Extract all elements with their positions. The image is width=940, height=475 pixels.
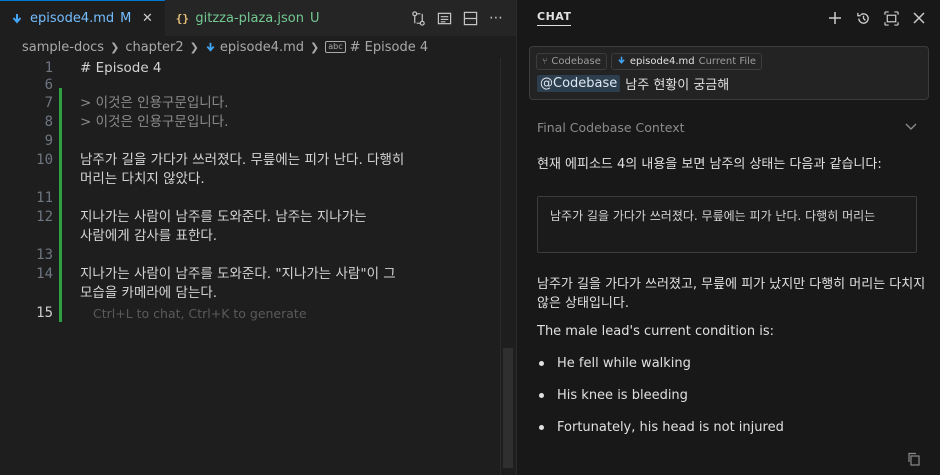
breadcrumb-item[interactable]: # Episode 4 [350, 40, 428, 55]
line-number: 8 [44, 114, 53, 130]
line-text: 지나가는 사람이 남주를 도와준다. "지나가는 사람"이 그 [80, 266, 396, 282]
chat-header: CHAT [517, 0, 940, 36]
quote-text: 남주가 길을 가다가 쓰러졌다. 무릎에는 피가 난다. 다행히 머리는 [550, 209, 876, 223]
line-number: 13 [36, 247, 53, 263]
chip-label: Codebase [551, 56, 601, 67]
chat-input[interactable]: ⑂ Codebase episode4.md Current File @Cod… [529, 46, 929, 100]
list-item: He fell while walking [537, 354, 917, 373]
chevron-right-icon: ❯ [110, 40, 120, 54]
line-text: 남주가 길을 가다가 쓰러졌다. 무릎에는 피가 난다. 다행히 [80, 152, 405, 168]
code-line[interactable]: 11 [0, 189, 500, 208]
context-label: Final Codebase Context [537, 119, 685, 135]
scrollbar-thumb[interactable] [503, 348, 513, 468]
codebase-mention[interactable]: @Codebase [537, 75, 621, 92]
tab-label: gitzza-plaza.json [195, 10, 304, 26]
split-editor-icon[interactable] [462, 10, 478, 26]
close-icon[interactable] [911, 10, 927, 26]
tab-gitzza-plaza[interactable]: {} gitzza-plaza.json U [165, 0, 337, 36]
tab-label: episode4.md [30, 11, 115, 26]
line-text: 모습을 카메라에 담는다. [80, 285, 218, 301]
markdown-icon [205, 42, 216, 53]
chat-title[interactable]: CHAT [537, 10, 572, 26]
list-item-text: His knee is bleeding [557, 388, 688, 403]
chat-panel: CHAT ⑂ Codebase episode4.md Current File… [516, 0, 940, 475]
code-area[interactable]: 1 # Episode 4 6 7 > 이것은 인용구문입니다. 8 > 이것은… [0, 58, 516, 475]
line-number: 10 [36, 152, 53, 168]
response-quote: 남주가 길을 가다가 쓰러졌다. 무릎에는 피가 난다. 다행히 머리는 [537, 196, 917, 253]
context-chip-file[interactable]: episode4.md Current File [610, 53, 763, 70]
line-number: 12 [36, 209, 53, 225]
history-icon[interactable] [855, 10, 871, 26]
response-english-intro: The male lead's current condition is: [537, 324, 775, 339]
tab-episode4[interactable]: episode4.md M ✕ [0, 0, 166, 36]
inline-hint: Ctrl+L to chat, Ctrl+K to generate [93, 306, 307, 321]
code-line[interactable]: 사람에게 감사를 표한다. [0, 227, 500, 246]
code-line[interactable]: 8 > 이것은 인용구문입니다. [0, 113, 500, 132]
code-line[interactable]: 머리는 다치지 않았다. [0, 170, 500, 189]
close-icon[interactable]: ✕ [139, 11, 155, 26]
code-line[interactable]: 7 > 이것은 인용구문입니다. [0, 94, 500, 113]
tab-bar: episode4.md M ✕ {} gitzza-plaza.json U ⋯ [0, 0, 516, 36]
code-line[interactable]: 모습을 카메라에 담는다. [0, 284, 500, 303]
context-chips: ⑂ Codebase episode4.md Current File [536, 53, 763, 70]
new-chat-icon[interactable] [827, 10, 843, 26]
list-item-text: Fortunately, his head is not injured [557, 420, 784, 435]
chevron-down-icon [905, 120, 917, 134]
compare-changes-icon[interactable] [410, 10, 426, 26]
list-item-text: He fell while walking [557, 356, 691, 371]
line-text: 사람에게 감사를 표한다. [80, 228, 218, 244]
line-text: > 이것은 인용구문입니다. [80, 95, 229, 111]
line-number: 11 [36, 190, 53, 206]
response-summary: 남주가 길을 가다가 쓰러졌고, 무릎에 피가 났지만 다행히 머리는 다치지 … [537, 277, 926, 311]
line-number: 6 [44, 77, 53, 93]
editor-scrollbar[interactable] [500, 58, 514, 475]
codebase-context-toggle[interactable]: Final Codebase Context [537, 118, 917, 136]
breadcrumb-item[interactable]: chapter2 [125, 40, 183, 55]
json-icon: {} [175, 11, 190, 25]
markdown-icon [617, 56, 626, 68]
list-item: Fortunately, his head is not injured [537, 418, 917, 437]
editor-pane: episode4.md M ✕ {} gitzza-plaza.json U ⋯… [0, 0, 516, 475]
code-line[interactable]: 6 [0, 76, 500, 95]
list-item: His knee is bleeding [537, 386, 917, 405]
chat-actions [827, 10, 940, 26]
breadcrumb: sample-docs ❯ chapter2 ❯ episode4.md ❯ a… [0, 36, 516, 58]
line-number: 15 [36, 305, 53, 321]
chevron-right-icon: ❯ [189, 40, 199, 54]
markdown-icon [10, 12, 24, 26]
code-line[interactable]: 13 [0, 246, 500, 265]
more-actions-icon[interactable]: ⋯ [488, 10, 504, 26]
line-text: 지나가는 사람이 남주를 도와준다. 남주는 지나가는 [80, 209, 367, 225]
line-number: 14 [36, 266, 53, 282]
breadcrumb-item[interactable]: sample-docs [22, 40, 104, 55]
line-text: > 이것은 인용구문입니다. [80, 114, 229, 130]
code-line[interactable]: 10 남주가 길을 가다가 쓰러졌다. 무릎에는 피가 난다. 다행히 [0, 151, 500, 170]
query-text[interactable]: @Codebase 남주 현황이 궁금해 [537, 74, 729, 93]
editor-actions: ⋯ [410, 0, 516, 36]
maximize-icon[interactable] [883, 10, 899, 26]
response-intro: 현재 에피소드 4의 내용을 보면 남주의 상태는 다음과 같습니다: [537, 157, 882, 172]
chip-sublabel: Current File [698, 56, 757, 67]
bullet-dot [539, 361, 544, 366]
copy-icon[interactable] [907, 452, 921, 466]
branch-icon: ⑂ [542, 56, 548, 67]
context-chip-codebase[interactable]: ⑂ Codebase [536, 53, 607, 70]
git-status-badge: M [120, 11, 132, 26]
git-status-badge: U [310, 10, 320, 26]
line-number: 9 [44, 133, 53, 149]
string-symbol-icon: abc [325, 41, 346, 53]
code-line-current[interactable]: 15 Ctrl+L to chat, Ctrl+K to generate [0, 304, 500, 323]
code-line[interactable]: 12 지나가는 사람이 남주를 도와준다. 남주는 지나가는 [0, 208, 500, 227]
bullet-dot [539, 425, 544, 430]
chip-label: episode4.md [629, 56, 695, 67]
chevron-right-icon: ❯ [310, 40, 320, 54]
breadcrumb-item[interactable]: episode4.md [220, 40, 304, 55]
code-line[interactable]: 14 지나가는 사람이 남주를 도와준다. "지나가는 사람"이 그 [0, 265, 500, 284]
line-text: 머리는 다치지 않았다. [80, 171, 205, 187]
bullet-dot [539, 393, 544, 398]
query-body: 남주 현황이 궁금해 [625, 78, 730, 93]
preview-icon[interactable] [436, 10, 452, 26]
line-number: 7 [44, 95, 53, 111]
code-line[interactable]: 9 [0, 132, 500, 151]
